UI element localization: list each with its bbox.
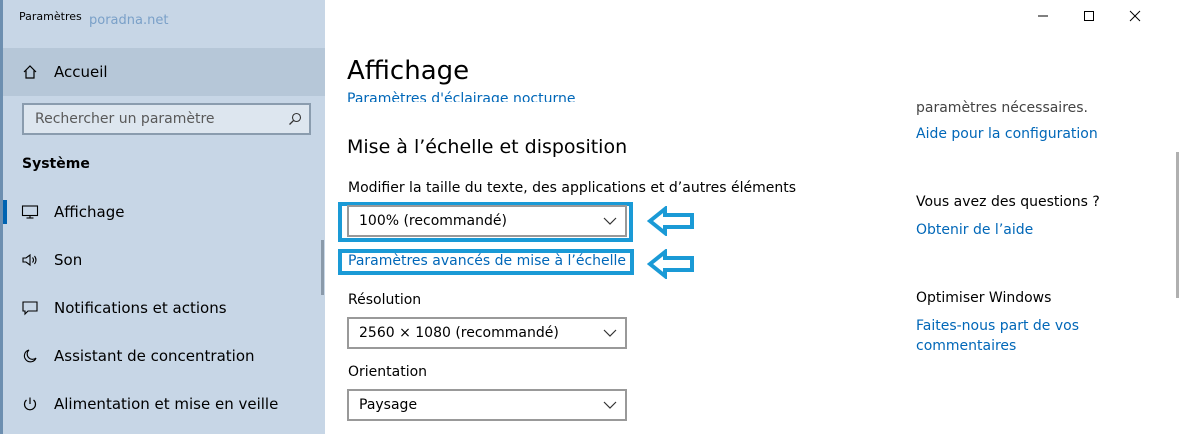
home-icon (20, 62, 40, 82)
arrow-icon (647, 249, 694, 279)
arrow-icon (647, 206, 694, 236)
config-help-link[interactable]: Aide pour la configuration (916, 126, 1098, 142)
moon-icon (20, 346, 40, 366)
night-light-link[interactable]: Paramètres d'éclairage nocturne (347, 88, 575, 102)
orientation-label: Orientation (348, 364, 428, 380)
speaker-icon (20, 250, 40, 270)
chevron-down-icon (595, 329, 625, 337)
close-icon (1129, 10, 1141, 22)
maximize-button[interactable] (1066, 2, 1112, 30)
orientation-dropdown[interactable]: Paysage (347, 389, 627, 421)
sidebar-item-affichage[interactable]: Affichage (3, 188, 325, 236)
home-button[interactable]: Accueil (3, 48, 325, 96)
sidebar-item-label: Assistant de concentration (54, 347, 255, 365)
section-title: Système (22, 156, 90, 172)
app-title: Paramètres (19, 10, 82, 23)
improve-title: Optimiser Windows (916, 290, 1052, 306)
message-icon (20, 298, 40, 318)
questions-title: Vous avez des questions ? (916, 194, 1100, 210)
scale-dropdown[interactable]: 100% (recommandé) (347, 205, 627, 237)
sidebar: Paramètres poradna.net Accueil Recherche… (0, 0, 325, 434)
needed-text: paramètres nécessaires. (916, 100, 1089, 116)
sidebar-item-son[interactable]: Son (3, 236, 325, 284)
monitor-icon (20, 202, 40, 222)
advanced-scale-link[interactable]: Paramètres avancés de mise à l’échelle (348, 253, 626, 269)
close-button[interactable] (1112, 2, 1158, 30)
main-scrollbar[interactable] (1176, 152, 1179, 298)
chevron-down-icon (595, 217, 625, 225)
sidebar-item-label: Alimentation et mise en veille (54, 395, 279, 413)
feedback-link[interactable]: Faites-nous part de vos (916, 318, 1079, 334)
sidebar-scrollbar[interactable] (321, 240, 324, 295)
sidebar-item-label: Affichage (54, 203, 125, 221)
scale-section-title: Mise à l’échelle et disposition (347, 136, 628, 158)
resolution-value: 2560 × 1080 (recommandé) (359, 325, 559, 341)
sidebar-item-alimentation[interactable]: Alimentation et mise en veille (3, 380, 325, 428)
watermark: poradna.net (89, 13, 169, 28)
power-icon (20, 394, 40, 414)
sidebar-item-notifications[interactable]: Notifications et actions (3, 284, 325, 332)
minimize-button[interactable] (1020, 2, 1066, 30)
scale-label: Modifier la taille du texte, des applica… (348, 180, 797, 196)
sidebar-item-concentration[interactable]: Assistant de concentration (3, 332, 325, 380)
sidebar-item-label: Son (54, 251, 83, 269)
feedback-link[interactable]: commentaires (916, 338, 1016, 354)
sidebar-item-label: Notifications et actions (54, 299, 227, 317)
maximize-icon (1084, 11, 1094, 21)
main-panel: Affichage Paramètres d'éclairage nocturn… (325, 0, 1182, 434)
home-label: Accueil (54, 63, 108, 81)
scale-value: 100% (recommandé) (359, 213, 507, 229)
chevron-down-icon (595, 401, 625, 409)
resolution-dropdown[interactable]: 2560 × 1080 (recommandé) (347, 317, 627, 349)
resolution-label: Résolution (348, 292, 422, 308)
search-placeholder: Rechercher un paramètre (35, 111, 215, 127)
search-input[interactable]: Rechercher un paramètre (22, 103, 311, 135)
orientation-value: Paysage (359, 397, 418, 413)
page-title: Affichage (347, 56, 470, 86)
minimize-icon (1038, 15, 1048, 17)
search-icon[interactable] (281, 105, 309, 133)
get-help-link[interactable]: Obtenir de l’aide (916, 222, 1033, 238)
